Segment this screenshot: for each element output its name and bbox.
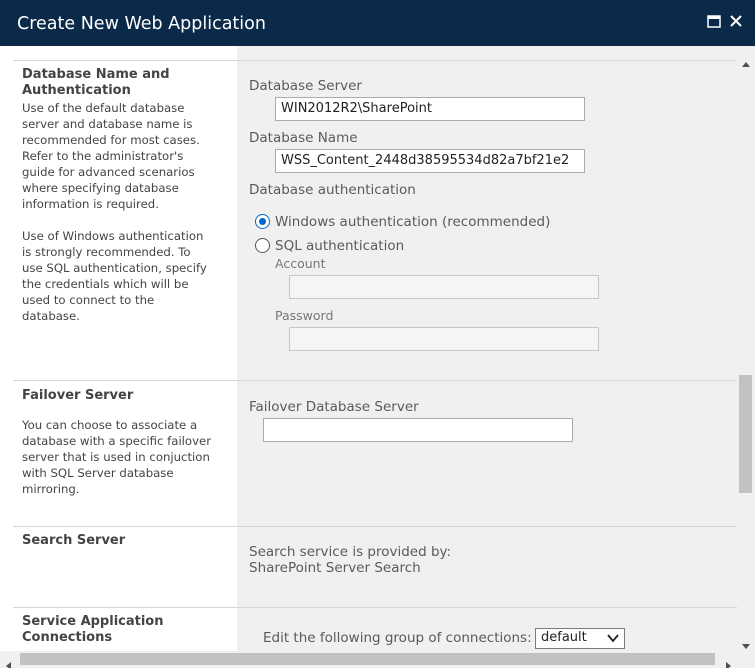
windows-auth-radio[interactable] (255, 214, 270, 229)
password-label: Password (275, 308, 334, 323)
scroll-left-icon[interactable] (5, 655, 11, 668)
sql-auth-radio[interactable] (255, 238, 270, 253)
sql-auth-label[interactable]: SQL authentication (275, 238, 404, 254)
failover-server-label: Failover Database Server (249, 399, 419, 415)
close-icon (730, 15, 742, 27)
vertical-scroll-thumb[interactable] (739, 375, 752, 493)
scroll-right-icon[interactable] (726, 655, 732, 668)
service-connections-title: Service Application Connections (22, 614, 164, 645)
failover-server-input[interactable] (263, 418, 573, 442)
vertical-scrollbar[interactable] (738, 46, 755, 651)
database-server-input[interactable]: WIN2012R2\SharePoint (275, 97, 585, 121)
section-divider (13, 60, 737, 61)
dialog-title: Create New Web Application (17, 14, 266, 34)
search-section-title: Search Server (22, 533, 126, 548)
horizontal-scroll-thumb[interactable] (20, 653, 715, 665)
search-provided-by-label: Search service is provided by: (249, 544, 452, 560)
section-divider (13, 380, 737, 381)
connection-group-select[interactable]: default (535, 628, 625, 649)
failover-section-description: You can choose to associate a database w… (22, 418, 211, 496)
horizontal-scrollbar[interactable] (0, 651, 738, 668)
scroll-up-icon[interactable] (742, 52, 750, 71)
maximize-icon (707, 14, 721, 28)
maximize-button[interactable] (706, 13, 722, 29)
database-server-label: Database Server (249, 78, 362, 94)
database-name-label: Database Name (249, 130, 358, 146)
search-provided-by-value: SharePoint Server Search (249, 560, 421, 576)
database-section-title: Database Name and Authentication (22, 67, 170, 98)
database-name-input[interactable]: WSS_Content_2448d38595534d82a7bf21e2 (275, 149, 585, 173)
chevron-down-icon (607, 632, 619, 647)
account-input[interactable] (289, 275, 599, 299)
account-label: Account (275, 256, 326, 271)
edit-connections-label: Edit the following group of connections: (263, 630, 532, 646)
failover-section-title: Failover Server (22, 388, 134, 403)
connection-group-value: default (541, 630, 587, 645)
dialog-content: Database Name and Authentication Use of … (0, 46, 738, 651)
scrollbar-corner (738, 651, 755, 668)
close-button[interactable] (728, 13, 744, 29)
database-section-description: Use of the default database server and d… (22, 101, 200, 211)
dialog-title-bar: Create New Web Application (0, 0, 755, 46)
password-input[interactable] (289, 327, 599, 351)
database-authentication-label: Database authentication (249, 182, 416, 198)
auth-section-description: Use of Windows authentication is strongl… (22, 229, 207, 323)
section-divider (13, 526, 737, 527)
windows-auth-label[interactable]: Windows authentication (recommended) (275, 214, 550, 230)
section-divider (13, 607, 737, 608)
